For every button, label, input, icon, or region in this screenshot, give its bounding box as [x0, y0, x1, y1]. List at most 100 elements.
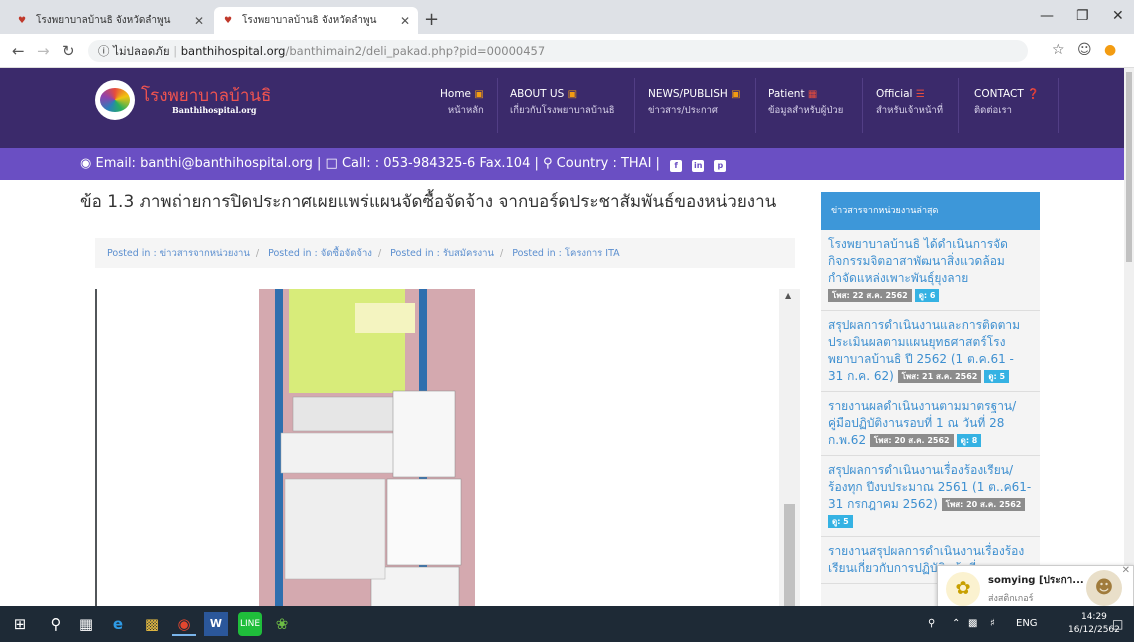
language-indicator[interactable]: ENG: [1016, 606, 1038, 642]
close-notification-icon[interactable]: ✕: [1122, 565, 1130, 576]
close-window-icon[interactable]: ✕: [1112, 8, 1124, 24]
menu-patient[interactable]: Patient ▦ ข้อมูลสำหรับผู้ป่วย: [768, 88, 843, 118]
menu-official[interactable]: Official ☰ สำหรับเจ้าหน้าที่: [876, 88, 943, 118]
posted-link[interactable]: Posted in : ข่าวสารจากหน่วยงาน: [107, 248, 250, 259]
menu-news[interactable]: NEWS/PUBLISH ▣ ข่าวสาร/ประกาศ: [648, 88, 741, 118]
minimize-icon[interactable]: —: [1040, 8, 1054, 24]
posted-link[interactable]: Posted in : รับสมัครงาน: [390, 248, 494, 259]
menu-contact[interactable]: CONTACT ❓ ติดต่อเรา: [974, 88, 1040, 118]
phone-icon: □: [325, 156, 338, 171]
star-icon[interactable]: ☆: [1052, 42, 1065, 58]
restore-icon[interactable]: ❐: [1076, 8, 1089, 24]
task-view-icon[interactable]: ▦: [74, 612, 98, 636]
news-item[interactable]: โรงพยาบาลบ้านธิ ได้ดำเนินการจัดกิจกรรมจิ…: [821, 230, 1040, 311]
volume-icon[interactable]: ♯: [990, 606, 995, 642]
line-app-icon[interactable]: LINE: [238, 612, 262, 636]
notification-center-icon[interactable]: □: [1112, 606, 1123, 642]
browser-tab-active[interactable]: ♥ โรงพยาบาลบ้านธิ จังหวัดลำพูน ✕: [214, 7, 418, 34]
date-badge: โพส: 20 ส.ค. 2562: [869, 434, 954, 447]
pdf-scrollbar[interactable]: ▲: [779, 289, 800, 606]
tray-chevron-icon[interactable]: ⌃: [952, 606, 960, 642]
facebook-icon[interactable]: f: [670, 160, 683, 172]
app-icon[interactable]: ❀: [270, 612, 294, 636]
line-notification[interactable]: ✿ somying [ประกา... ส่งสติกเกอร์ ☻ ✕: [937, 565, 1134, 610]
news-item[interactable]: รายงานผลดำเนินงานตามมาตรฐาน/คู่มือปฏิบัต…: [821, 392, 1040, 456]
contact-email: Email: banthi@banthihospital.org: [95, 156, 313, 171]
news-item[interactable]: สรุปผลการดำเนินงานเรื่องร้องเรียน/ร้องทุ…: [821, 456, 1040, 537]
windows-taskbar: ⊞ ⚲ ▦ e ▩ ◉ W LINE ❀ ⚲ ⌃ ▩ ♯ ENG 14:29 1…: [0, 606, 1134, 642]
profile-icon[interactable]: ☺: [1077, 42, 1092, 58]
search-icon[interactable]: ⚲: [44, 612, 68, 636]
main-content: ข้อ 1.3 ภาพถ่ายการปิดประกาศเผยแพร่แผนจัด…: [0, 180, 1124, 606]
notification-sender: somying [ประกา...: [988, 575, 1084, 586]
news-item[interactable]: สรุปผลการดำเนินงานและการติดตามประเมินผลต…: [821, 311, 1040, 392]
close-tab-icon[interactable]: ✕: [400, 14, 410, 28]
menu-icon: ☰: [915, 89, 925, 100]
url-input[interactable]: ⓘ ไม่ปลอดภัย | banthihospital.org/banthi…: [88, 40, 1028, 62]
question-icon: ❓: [1027, 89, 1040, 100]
news-title[interactable]: โรงพยาบาลบ้านธิ ได้ดำเนินการจัดกิจกรรมจิ…: [828, 237, 1008, 285]
contact-country: Country : THAI: [556, 156, 652, 171]
browser-tab-bar: ♥ โรงพยาบาลบ้านธิ จังหวัดลำพูน ✕ ♥ โรงพย…: [0, 0, 1134, 34]
word-icon[interactable]: W: [204, 612, 228, 636]
pdf-page: [97, 287, 779, 606]
menu-home[interactable]: Home ▣ หน้าหลัก: [440, 88, 484, 118]
latest-news-sidebar: ข่าวสารจากหน่วยงานล่าสุด โรงพยาบาลบ้านธิ…: [821, 192, 1040, 606]
hospital-logo[interactable]: [95, 80, 135, 120]
views-badge: ดู: 8: [956, 434, 982, 447]
url-path: /banthimain2/deli_pakad.php?pid=00000457: [285, 44, 546, 58]
chrome-icon[interactable]: ◉: [172, 612, 196, 636]
folder-icon: ▣: [567, 89, 578, 100]
views-badge: ดู: 5: [984, 370, 1010, 383]
tab-title: โรงพยาบาลบ้านธิ จังหวัดลำพูน: [36, 15, 171, 26]
notification-text: ส่งสติกเกอร์: [988, 594, 1034, 604]
date-badge: โพส: 22 ส.ค. 2562: [828, 289, 912, 302]
notice-board-photo: [259, 287, 475, 606]
info-icon[interactable]: ⓘ: [98, 44, 110, 58]
article-title: ข้อ 1.3 ภาพถ่ายการปิดประกาศเผยแพร่แผนจัด…: [80, 192, 777, 212]
image-icon: ▦: [807, 89, 818, 100]
new-tab-button[interactable]: +: [424, 9, 439, 30]
folder-icon: ▣: [731, 89, 741, 100]
address-bar-row: ← → ↻ ⓘ ไม่ปลอดภัย | banthihospital.org/…: [0, 34, 1134, 68]
url-domain: banthihospital.org: [180, 44, 286, 58]
site-header: โรงพยาบาลบ้านธิ Banthihospital.org Home …: [0, 68, 1124, 148]
network-icon[interactable]: ▩: [968, 606, 977, 642]
not-secure-label: ไม่ปลอดภัย: [113, 44, 170, 58]
forward-arrow-icon[interactable]: →: [37, 42, 50, 60]
update-icon[interactable]: ●: [1104, 42, 1116, 58]
scroll-up-icon[interactable]: ▲: [785, 291, 791, 300]
file-explorer-icon[interactable]: ▩: [140, 612, 164, 636]
contact-bar: ◉ Email: banthi@banthihospital.org | □ C…: [0, 148, 1124, 180]
posted-link[interactable]: Posted in : โครงการ ITA: [512, 248, 619, 259]
linkedin-icon[interactable]: in: [692, 160, 705, 172]
tab-title: โรงพยาบาลบ้านธิ จังหวัดลำพูน: [242, 15, 377, 26]
close-tab-icon[interactable]: ✕: [194, 14, 204, 28]
menu-about[interactable]: ABOUT US ▣ เกี่ยวกับโรงพยาบาลบ้านธิ: [510, 88, 615, 118]
sticker-icon: ✿: [946, 572, 980, 606]
folder-icon: ▣: [474, 89, 484, 100]
browser-tab[interactable]: ♥ โรงพยาบาลบ้านธิ จังหวัดลำพูน ✕: [8, 7, 212, 34]
people-icon[interactable]: ⚲: [928, 606, 935, 642]
posted-link[interactable]: Posted in : จัดซื้อจัดจ้าง: [268, 248, 372, 259]
pdf-viewer[interactable]: ▲: [95, 287, 800, 606]
back-arrow-icon[interactable]: ←: [12, 42, 25, 60]
date-badge: โพส: 21 ส.ค. 2562: [897, 370, 982, 383]
page-scrollbar[interactable]: [1124, 68, 1134, 606]
views-badge: ดู: 6: [914, 289, 940, 302]
reload-icon[interactable]: ↻: [62, 42, 75, 60]
windows-start-icon[interactable]: ⊞: [8, 612, 32, 636]
notice-board-image: [259, 287, 475, 606]
posted-in-bar: Posted in : ข่าวสารจากหน่วยงาน / Posted i…: [95, 238, 795, 268]
hospital-favicon-icon: ♥: [223, 15, 233, 26]
edge-icon[interactable]: e: [106, 612, 130, 636]
pinterest-icon[interactable]: p: [714, 160, 727, 172]
views-badge: ดู: 5: [828, 515, 853, 528]
sticker-image-icon: ☻: [1086, 570, 1122, 606]
location-icon: ⚲: [543, 156, 553, 171]
globe-icon: ◉: [80, 156, 92, 171]
hospital-favicon-icon: ♥: [17, 15, 27, 26]
date-badge: โพส: 20 ส.ค. 2562: [941, 498, 1026, 511]
contact-call: Call: : 053-984325-6 Fax.104: [341, 156, 531, 171]
logo-english-name[interactable]: Banthihospital.org: [172, 105, 256, 115]
